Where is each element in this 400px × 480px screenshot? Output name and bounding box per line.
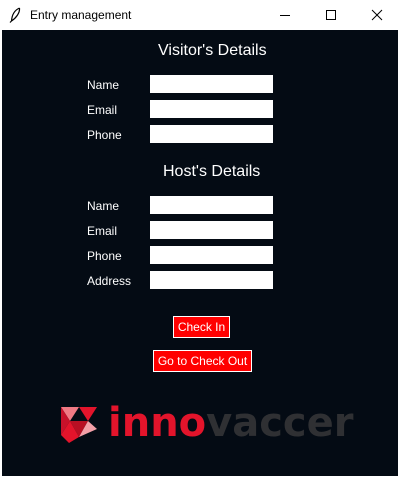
visitor-phone-input[interactable] <box>150 125 273 143</box>
host-details-heading: Host's Details <box>163 163 261 180</box>
visitor-details-heading: Visitor's Details <box>158 42 267 59</box>
feather-icon <box>9 7 21 23</box>
visitor-email-label: Email <box>87 103 118 117</box>
title-bar[interactable]: Entry management <box>0 0 400 30</box>
host-phone-label: Phone <box>87 249 122 263</box>
visitor-name-input[interactable] <box>150 75 273 93</box>
host-name-label: Name <box>87 199 120 213</box>
check-in-button[interactable]: Check In <box>173 316 230 338</box>
wordmark-part-vaccer: vaccer <box>206 400 354 446</box>
visitor-name-label: Name <box>87 78 120 92</box>
host-name-input[interactable] <box>150 196 273 214</box>
innovaccer-wordmark: innovaccer <box>108 399 354 447</box>
go-to-check-out-button[interactable]: Go to Check Out <box>153 350 252 372</box>
minimize-button[interactable] <box>262 0 308 30</box>
host-email-input[interactable] <box>150 221 273 239</box>
host-address-input[interactable] <box>150 271 273 289</box>
close-button[interactable] <box>354 0 400 30</box>
host-phone-input[interactable] <box>150 246 273 264</box>
wordmark-part-inno: inno <box>108 400 207 446</box>
host-address-label: Address <box>87 274 132 288</box>
visitor-phone-label: Phone <box>87 128 122 142</box>
maximize-button[interactable] <box>308 0 354 30</box>
maximize-icon <box>326 10 336 20</box>
app-window: Entry management Visitor's Details Name … <box>0 0 400 480</box>
host-email-label: Email <box>87 224 118 238</box>
form-panel: Visitor's Details Name Email Phone Host'… <box>2 30 398 476</box>
minimize-icon <box>280 15 290 16</box>
window-title: Entry management <box>30 8 132 22</box>
visitor-email-input[interactable] <box>150 100 273 118</box>
innovaccer-mark-icon <box>61 407 97 443</box>
close-icon <box>371 9 383 21</box>
